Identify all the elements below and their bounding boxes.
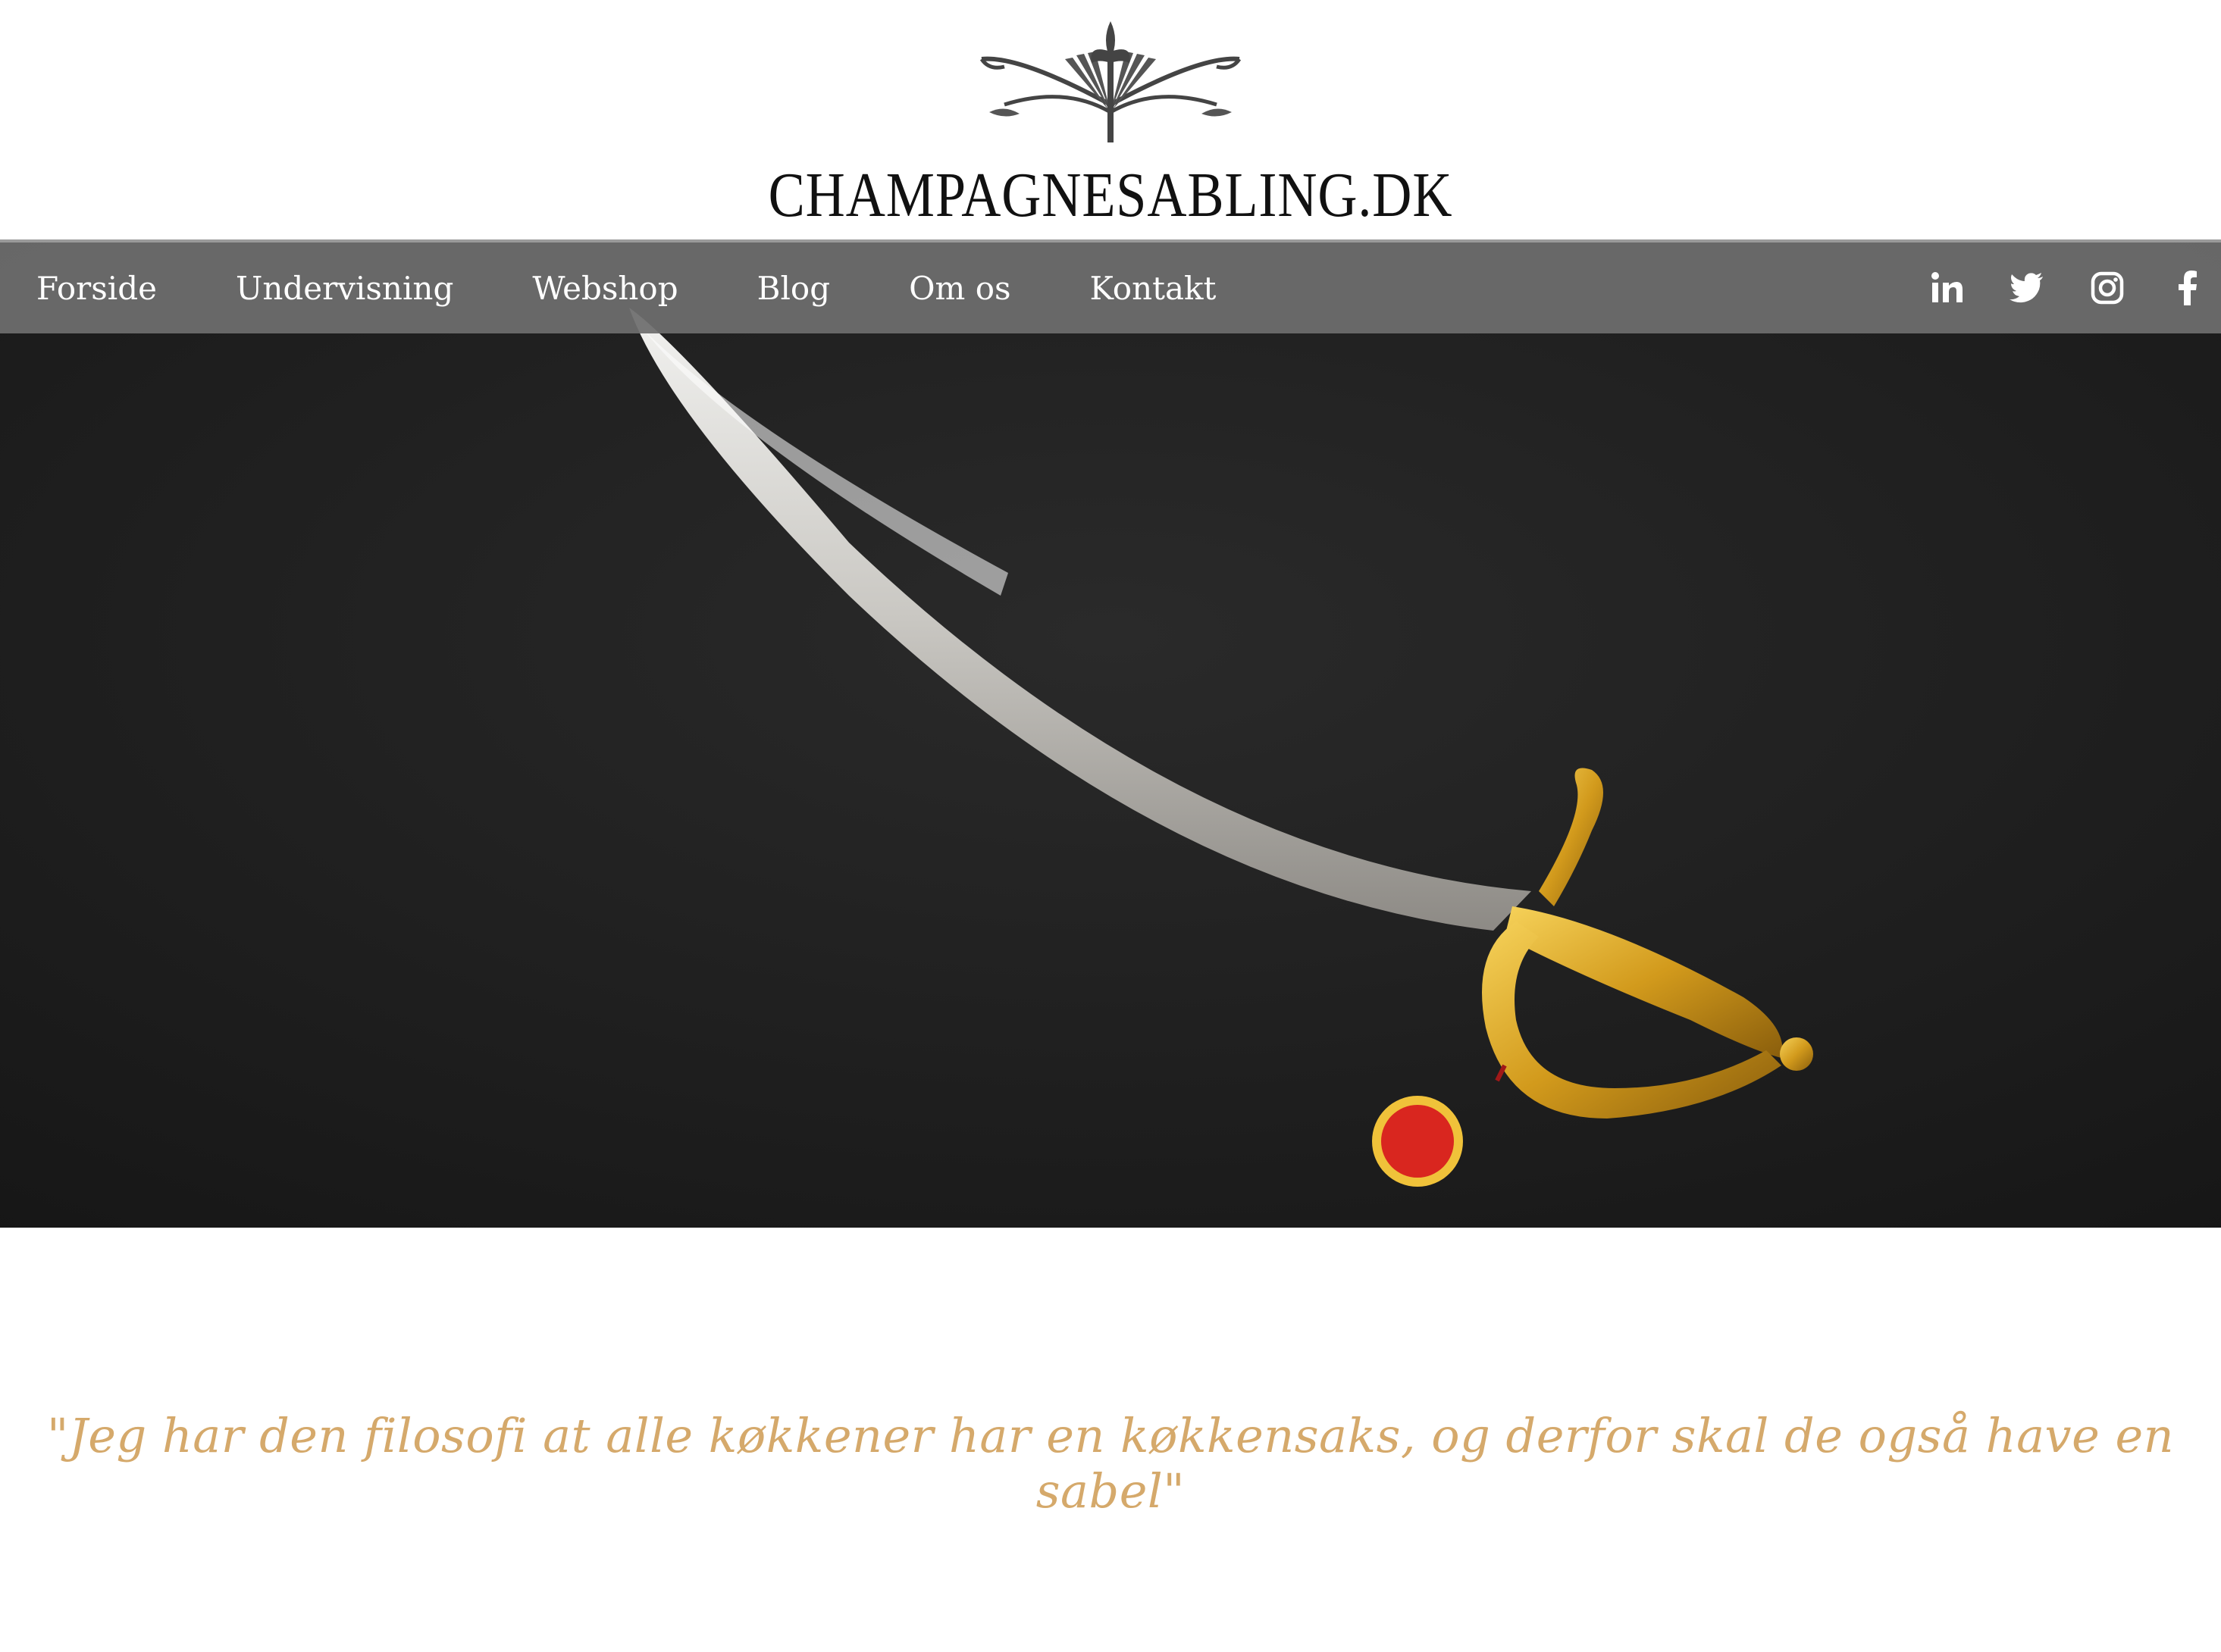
facebook-icon[interactable] bbox=[2166, 267, 2209, 309]
quote-section: "Jeg har den filosofi at alle køkkener h… bbox=[0, 1228, 2221, 1652]
nav-item-kontakt[interactable]: Kontakt bbox=[1090, 270, 1217, 307]
nav-menu: Forside Undervisning Webshop Blog Om os … bbox=[36, 242, 1295, 333]
twitter-icon[interactable] bbox=[2006, 267, 2048, 309]
site-logo-text[interactable]: CHAMPAGNESABLING.DK bbox=[155, 158, 2066, 233]
nav-item-om-os[interactable]: Om os bbox=[909, 270, 1010, 307]
crossed-sabres-emblem-icon[interactable] bbox=[974, 14, 1247, 150]
nav-item-webshop[interactable]: Webshop bbox=[532, 270, 678, 307]
site-header: CHAMPAGNESABLING.DK bbox=[0, 0, 2221, 239]
nav-item-forside[interactable]: Forside bbox=[36, 270, 157, 307]
main-navigation: Forside Undervisning Webshop Blog Om os … bbox=[0, 239, 2221, 333]
nav-item-blog[interactable]: Blog bbox=[757, 270, 830, 307]
hero-image bbox=[0, 239, 2221, 1228]
sabre-photo bbox=[0, 239, 2221, 1228]
instagram-icon[interactable] bbox=[2086, 267, 2129, 309]
linkedin-icon[interactable] bbox=[1925, 267, 1968, 309]
social-links bbox=[1887, 242, 2221, 333]
philosophy-quote: "Jeg har den filosofi at alle køkkener h… bbox=[46, 1408, 2175, 1519]
nav-item-undervisning[interactable]: Undervisning bbox=[236, 270, 453, 307]
